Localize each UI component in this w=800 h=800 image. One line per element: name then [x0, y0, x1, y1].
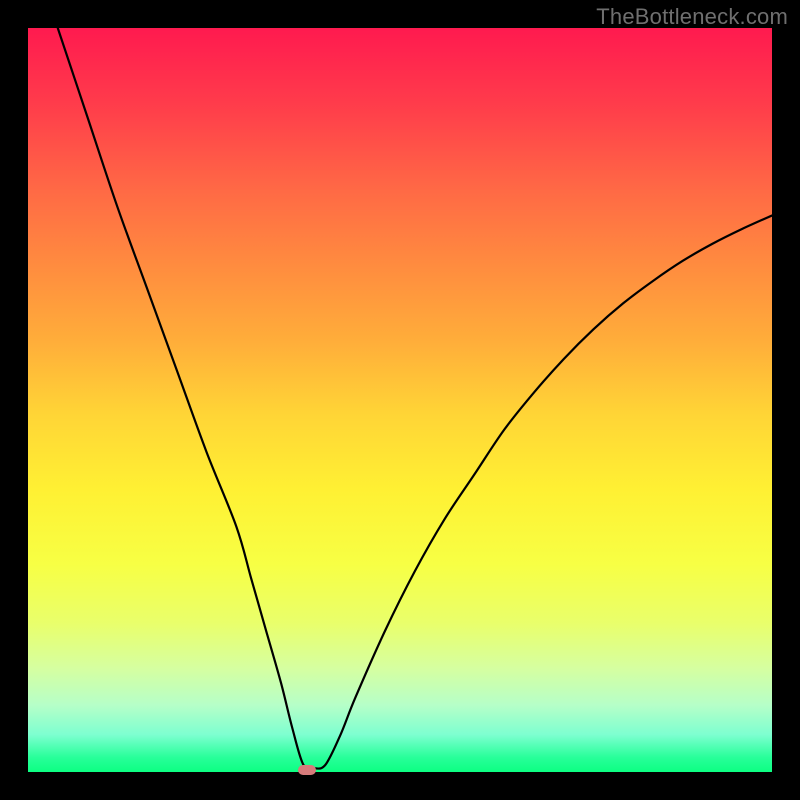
minimum-marker: [298, 765, 316, 775]
chart-frame: TheBottleneck.com: [0, 0, 800, 800]
bottleneck-curve: [28, 28, 772, 772]
plot-area: [28, 28, 772, 772]
watermark-text: TheBottleneck.com: [596, 4, 788, 30]
